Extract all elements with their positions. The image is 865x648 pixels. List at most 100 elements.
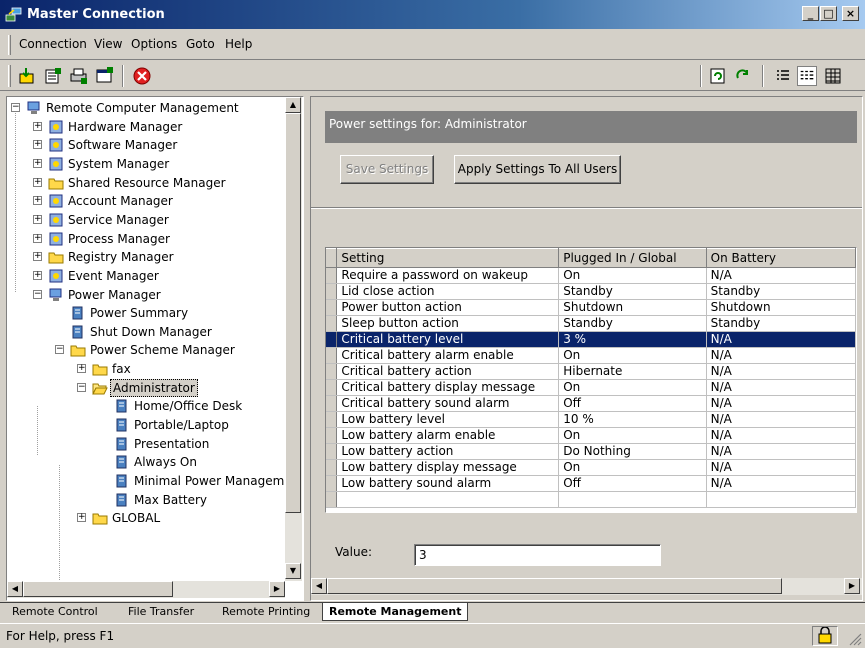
tree-item-shared-resource-manager[interactable]: + Shared Resource Manager <box>7 174 285 192</box>
row-indicator[interactable] <box>326 267 338 284</box>
tree-item-power-summary[interactable]: Power Summary <box>7 304 285 322</box>
expand-icon[interactable]: + <box>33 177 42 187</box>
disconnect-icon[interactable] <box>132 66 152 86</box>
column-header-setting[interactable]: Setting <box>336 248 560 268</box>
pane-horizontal-scrollbar[interactable]: ◀ ▶ <box>311 578 862 595</box>
tree-item-power-scheme-manager[interactable]: − Power Scheme Manager <box>7 341 285 359</box>
plugged-in-cell[interactable]: On <box>558 427 707 444</box>
row-indicator[interactable] <box>326 427 338 444</box>
on-battery-cell[interactable]: N/A <box>706 411 856 428</box>
expand-icon[interactable]: + <box>33 140 42 150</box>
expand-icon[interactable]: + <box>33 121 42 131</box>
row-indicator[interactable] <box>326 475 338 492</box>
table-row[interactable]: Low battery action Do Nothing N/A <box>326 443 856 460</box>
setting-cell[interactable]: Low battery sound alarm <box>336 475 560 492</box>
close-button[interactable]: × <box>842 6 859 21</box>
plugged-in-cell[interactable]: Do Nothing <box>558 443 707 460</box>
save-settings-button[interactable]: Save Settings <box>340 155 434 184</box>
remote-management-icon[interactable] <box>95 66 115 86</box>
tree-item-power-manager[interactable]: − Power Manager <box>7 286 285 304</box>
tree-item-registry-manager[interactable]: + Registry Manager <box>7 248 285 266</box>
plugged-in-cell[interactable]: Shutdown <box>558 299 707 316</box>
tree-item-shut-down-manager[interactable]: Shut Down Manager <box>7 323 285 341</box>
setting-cell[interactable]: Low battery level <box>336 411 560 428</box>
plugged-in-cell[interactable]: Off <box>558 475 707 492</box>
expand-icon[interactable]: + <box>33 214 42 224</box>
row-indicator[interactable] <box>326 459 338 476</box>
value-input[interactable] <box>414 544 661 566</box>
expand-icon[interactable]: + <box>33 196 42 206</box>
table-row[interactable]: Critical battery alarm enable On N/A <box>326 347 856 364</box>
tree-item-remote-computer-management[interactable]: − Remote Computer Management <box>7 99 285 117</box>
resize-grip-icon[interactable] <box>848 632 862 646</box>
setting-cell[interactable]: Critical battery display message <box>336 379 560 396</box>
empty-cell[interactable] <box>706 491 856 508</box>
tab-remote-control[interactable]: Remote Control <box>6 603 104 621</box>
grid-view-icon[interactable] <box>823 66 843 86</box>
on-battery-cell[interactable]: Standby <box>706 283 856 300</box>
tree-scroll-thumb[interactable] <box>285 113 301 513</box>
plugged-in-cell[interactable]: On <box>558 347 707 364</box>
tab-remote-printing[interactable]: Remote Printing <box>216 603 316 621</box>
empty-cell[interactable] <box>336 491 560 508</box>
on-battery-cell[interactable]: Standby <box>706 315 856 332</box>
tree-item-portable-laptop[interactable]: Portable/Laptop <box>7 416 285 434</box>
column-header-on-battery[interactable]: On Battery <box>706 248 856 268</box>
menu-goto[interactable]: Goto <box>186 37 215 51</box>
details-view-icon[interactable] <box>797 66 817 86</box>
plugged-in-cell[interactable]: Off <box>558 395 707 412</box>
tree-item-presentation[interactable]: Presentation <box>7 435 285 453</box>
refresh-icon[interactable] <box>708 66 728 86</box>
setting-cell[interactable]: Low battery display message <box>336 459 560 476</box>
tree-item-max-battery[interactable]: Max Battery <box>7 491 285 509</box>
on-battery-cell[interactable]: N/A <box>706 459 856 476</box>
tree-item-event-manager[interactable]: + Event Manager <box>7 267 285 285</box>
table-row[interactable]: Critical battery level 3 % N/A <box>326 331 856 348</box>
on-battery-cell[interactable]: Shutdown <box>706 299 856 316</box>
on-battery-cell[interactable]: N/A <box>706 475 856 492</box>
scroll-right-arrow-icon[interactable]: ▶ <box>269 581 285 597</box>
connect-icon[interactable] <box>17 66 37 86</box>
toolbar-grip[interactable] <box>8 65 11 87</box>
setting-cell[interactable]: Low battery alarm enable <box>336 427 560 444</box>
expand-icon[interactable]: + <box>33 252 42 262</box>
tree-item-system-manager[interactable]: + System Manager <box>7 155 285 173</box>
table-row[interactable]: Low battery level 10 % N/A <box>326 411 856 428</box>
tree-item-service-manager[interactable]: + Service Manager <box>7 211 285 229</box>
row-indicator[interactable] <box>326 379 338 396</box>
apply-all-users-button[interactable]: Apply Settings To All Users <box>454 155 621 184</box>
expand-icon[interactable]: + <box>33 270 42 280</box>
remote-print-icon[interactable] <box>69 66 89 86</box>
table-row[interactable]: Require a password on wakeup On N/A <box>326 267 856 284</box>
setting-cell[interactable]: Require a password on wakeup <box>336 267 560 284</box>
file-transfer-icon[interactable] <box>43 66 63 86</box>
row-indicator[interactable] <box>326 411 338 428</box>
minimize-button[interactable]: _ <box>802 6 819 21</box>
on-battery-cell[interactable]: N/A <box>706 395 856 412</box>
on-battery-cell[interactable]: N/A <box>706 331 856 348</box>
row-indicator[interactable] <box>326 491 338 508</box>
expand-icon[interactable]: + <box>77 513 86 523</box>
tree-hscroll-thumb[interactable] <box>23 581 173 597</box>
setting-cell[interactable]: Sleep button action <box>336 315 560 332</box>
tree-item-always-on[interactable]: Always On <box>7 453 285 471</box>
plugged-in-cell[interactable]: Standby <box>558 315 707 332</box>
tree-item-administrator[interactable]: − Administrator <box>7 378 285 397</box>
row-indicator[interactable] <box>326 395 338 412</box>
table-row[interactable]: Lid close action Standby Standby <box>326 283 856 300</box>
tree-horizontal-scrollbar[interactable]: ◀ ▶ <box>7 581 285 598</box>
tree-item-hardware-manager[interactable]: + Hardware Manager <box>7 118 285 136</box>
table-row[interactable]: Power button action Shutdown Shutdown <box>326 299 856 316</box>
expand-icon[interactable]: + <box>33 233 42 243</box>
on-battery-cell[interactable]: N/A <box>706 363 856 380</box>
row-indicator[interactable] <box>326 283 338 300</box>
plugged-in-cell[interactable]: On <box>558 267 707 284</box>
tree-item-fax[interactable]: + fax <box>7 360 285 378</box>
scroll-left-arrow-icon[interactable]: ◀ <box>7 581 23 597</box>
table-row[interactable]: Critical battery display message On N/A <box>326 379 856 396</box>
table-row[interactable]: Sleep button action Standby Standby <box>326 315 856 332</box>
menu-help[interactable]: Help <box>225 37 252 51</box>
setting-cell[interactable]: Critical battery alarm enable <box>336 347 560 364</box>
row-indicator[interactable] <box>326 443 338 460</box>
row-indicator[interactable] <box>326 363 338 380</box>
